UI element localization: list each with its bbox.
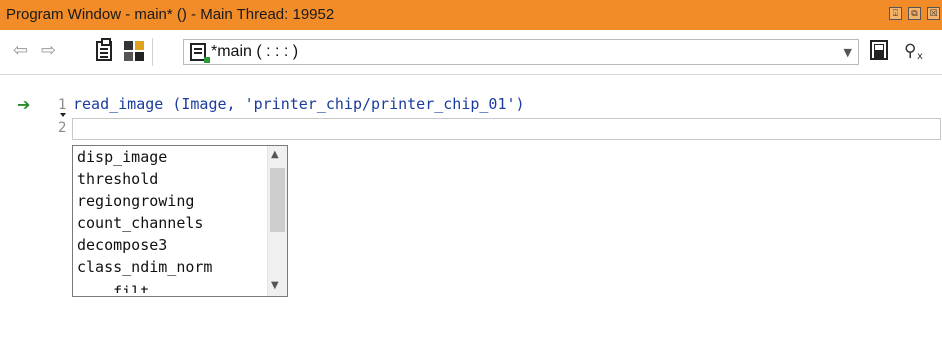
window-controls: ⍗ ⧉ ☒ <box>889 7 940 20</box>
procedure-icon <box>190 43 210 63</box>
autocomplete-item[interactable]: class_ndim_norm <box>77 258 212 276</box>
chevron-down-icon[interactable]: ▼ <box>844 46 852 59</box>
scroll-up-icon[interactable]: ▲ <box>271 149 279 160</box>
autocomplete-item[interactable]: disp_image <box>77 148 167 166</box>
line-number: 2 <box>58 120 67 136</box>
close-icon[interactable]: ☒ <box>927 7 940 20</box>
autocomplete-item[interactable]: threshold <box>77 170 158 188</box>
clipboard-icon[interactable] <box>96 38 112 61</box>
clear-breakpoints-icon[interactable]: ⚲ x <box>904 41 926 64</box>
variable-grid-icon[interactable] <box>124 41 144 61</box>
autocomplete-item[interactable]: count_channels <box>77 214 203 232</box>
toolbar-separator <box>152 38 153 66</box>
forward-icon[interactable]: ⇨ <box>41 40 56 61</box>
scroll-down-icon[interactable]: ▼ <box>271 280 279 291</box>
autocomplete-item[interactable]: decompose3 <box>77 236 167 254</box>
autocomplete-scrollbar[interactable]: ▲ ▼ <box>267 146 287 296</box>
procedure-save-icon[interactable] <box>870 40 888 60</box>
program-window-titlebar: Program Window - main* () - Main Thread:… <box>0 0 942 30</box>
autocomplete-item[interactable]: ____filt___ <box>77 283 176 293</box>
restore-icon[interactable]: ⧉ <box>908 7 921 20</box>
code-editor[interactable]: ➔ 1 read_image (Image, 'printer_chip/pri… <box>0 75 942 349</box>
program-toolbar: ⇦ ⇨ *main ( : : : ) ▼ ⚲ x <box>0 30 942 75</box>
code-line[interactable]: read_image (Image, 'printer_chip/printer… <box>73 95 525 113</box>
procedure-label: *main ( : : : ) <box>211 43 299 60</box>
scrollbar-thumb[interactable] <box>270 168 285 232</box>
dock-icon[interactable]: ⍗ <box>889 7 902 20</box>
back-icon[interactable]: ⇦ <box>13 40 28 61</box>
insert-cursor-icon <box>60 113 66 117</box>
window-title: Program Window - main* () - Main Thread:… <box>6 6 335 23</box>
line-number: 1 <box>58 97 67 113</box>
autocomplete-item[interactable]: regiongrowing <box>77 192 194 210</box>
autocomplete-list[interactable]: disp_image threshold regiongrowing count… <box>72 145 288 297</box>
procedure-selector[interactable]: *main ( : : : ) ▼ <box>183 39 859 65</box>
current-code-line[interactable] <box>72 118 941 140</box>
program-counter-arrow-icon: ➔ <box>17 95 31 114</box>
